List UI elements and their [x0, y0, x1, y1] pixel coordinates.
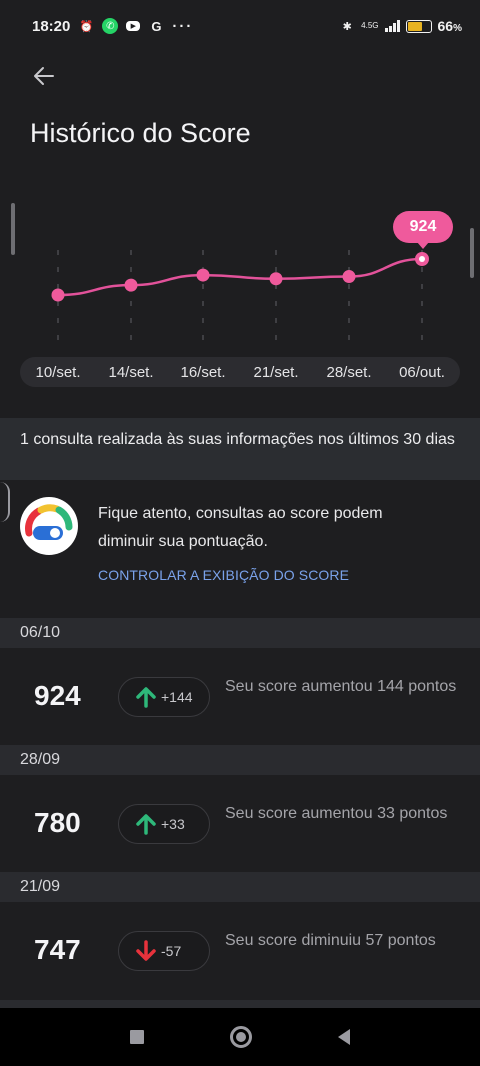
more-notifications-icon: ··· [172, 17, 194, 35]
history-row[interactable]: 780 +33 Seu score aumentou 33 pontos [0, 775, 480, 871]
home-icon[interactable] [230, 1026, 252, 1048]
x-tick-label[interactable]: 21/set. [253, 364, 298, 381]
system-nav-bar [0, 1008, 480, 1066]
arrow-down-icon [136, 940, 156, 961]
inquiry-notice: 1 consulta realizada às suas informações… [0, 418, 480, 480]
arrow-up-icon [136, 814, 156, 835]
chart-tooltip: 924 [393, 211, 453, 249]
score-delta: +144 [161, 689, 193, 705]
battery-percent: 66% [437, 18, 462, 34]
edge-swipe-handle[interactable] [0, 482, 10, 522]
score-delta: -57 [161, 943, 182, 959]
score-change-badge: +33 [118, 804, 210, 844]
history-row[interactable]: 924 +144 Seu score aumentou 144 pontos [0, 648, 480, 744]
alert-text: Fique atento, consultas ao score podem d… [98, 505, 383, 550]
history-date-header: 28/09 [0, 745, 480, 775]
bluetooth-icon: ✱ [342, 20, 352, 33]
history-description: Seu score aumentou 33 pontos [225, 805, 448, 822]
score-point-highlight [419, 256, 425, 262]
battery-icon [405, 19, 432, 33]
score-gauge-toggle-icon [20, 497, 78, 555]
arrow-left-icon [34, 67, 54, 85]
back-triangle-icon[interactable] [338, 1029, 350, 1045]
score-point[interactable] [51, 288, 65, 302]
history-description: Seu score aumentou 144 pontos [225, 678, 457, 695]
score-point[interactable] [196, 268, 210, 282]
whatsapp-icon: ✆ [102, 18, 119, 34]
history-score: 747 [34, 934, 81, 965]
status-bar: 18:20 ⏰ ✆ ▶ G ··· ✱ 4.5G 66% [0, 0, 480, 52]
x-tick-label[interactable]: 10/set. [35, 364, 80, 381]
history-description: Seu score diminuiu 57 pontos [225, 932, 436, 949]
history-score: 780 [34, 807, 81, 838]
back-button[interactable] [28, 60, 60, 92]
score-change-badge: +144 [118, 677, 210, 717]
network-type: 4.5G [361, 21, 379, 30]
status-time: 18:20 [32, 17, 71, 35]
history-score: 924 [34, 680, 81, 711]
history-row[interactable]: 747 -57 Seu score diminuiu 57 pontos [0, 902, 480, 998]
control-score-visibility-link[interactable]: CONTROLAR A EXIBIÇÃO DO SCORE [98, 567, 349, 583]
history-date-header: 06/10 [0, 618, 480, 648]
score-point[interactable] [342, 270, 356, 284]
score-point[interactable] [124, 278, 138, 292]
x-tick-label[interactable]: 14/set. [108, 364, 153, 381]
recent-apps-icon[interactable] [130, 1030, 144, 1044]
page-title: Histórico do Score [30, 118, 251, 148]
score-point[interactable] [269, 272, 283, 286]
history-date-header: 21/09 [0, 872, 480, 902]
x-tick-label[interactable]: 28/set. [326, 364, 371, 381]
arrow-up-icon [136, 687, 156, 708]
alarm-icon: ⏰ [79, 20, 94, 33]
score-change-badge: -57 [118, 931, 210, 971]
x-axis-pill [20, 357, 460, 387]
x-tick-label[interactable]: 06/out. [399, 364, 445, 381]
signal-icon [384, 20, 400, 32]
google-icon: G [151, 18, 162, 34]
youtube-icon: ▶ [126, 21, 141, 31]
score-delta: +33 [161, 816, 185, 832]
history-date-header-partial [0, 1000, 480, 1008]
score-series-line [57, 257, 423, 297]
x-tick-label[interactable]: 16/set. [180, 364, 225, 381]
